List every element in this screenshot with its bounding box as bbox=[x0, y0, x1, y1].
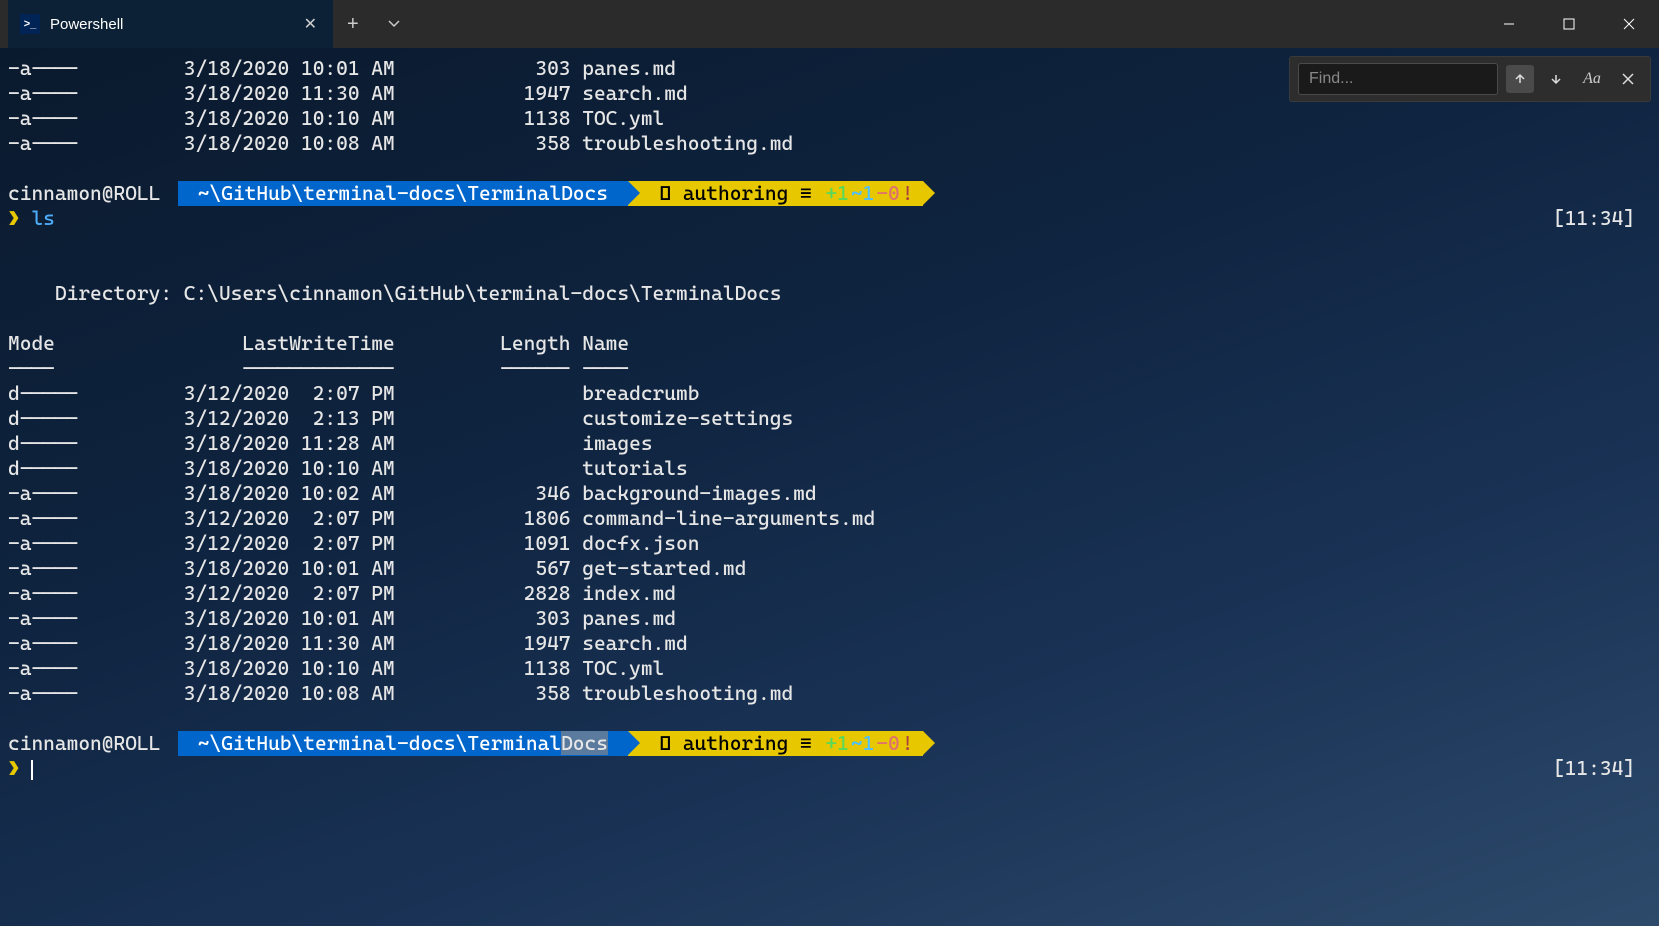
close-icon bbox=[1621, 72, 1635, 86]
find-input[interactable] bbox=[1298, 63, 1498, 95]
new-tab-button[interactable]: + bbox=[333, 0, 373, 48]
arrow-down-icon bbox=[1549, 72, 1563, 86]
close-tab-icon[interactable]: ✕ bbox=[300, 10, 321, 38]
maximize-icon bbox=[1563, 18, 1575, 30]
maximize-button[interactable] bbox=[1539, 0, 1599, 48]
tab-powershell[interactable]: >_ Powershell ✕ bbox=[8, 0, 333, 48]
find-next-button[interactable] bbox=[1542, 65, 1570, 93]
titlebar: >_ Powershell ✕ + bbox=[0, 0, 1659, 48]
chevron-down-icon bbox=[387, 17, 401, 31]
close-icon bbox=[1623, 18, 1635, 30]
match-case-button[interactable]: Aa bbox=[1578, 65, 1606, 93]
tab-dropdown-button[interactable] bbox=[373, 0, 415, 48]
close-window-button[interactable] bbox=[1599, 0, 1659, 48]
find-prev-button[interactable] bbox=[1506, 65, 1534, 93]
powershell-icon: >_ bbox=[20, 14, 40, 34]
terminal-pane[interactable]: Aa -a---- 3/18/2020 10:01 AM 303 panes.m… bbox=[0, 48, 1659, 926]
match-case-icon: Aa bbox=[1583, 70, 1601, 88]
find-close-button[interactable] bbox=[1614, 65, 1642, 93]
minimize-button[interactable] bbox=[1479, 0, 1539, 48]
find-panel: Aa bbox=[1289, 56, 1651, 102]
minimize-icon bbox=[1503, 18, 1515, 30]
tab-title: Powershell bbox=[50, 16, 290, 33]
arrow-up-icon bbox=[1513, 72, 1527, 86]
window-controls bbox=[1479, 0, 1659, 48]
terminal-output: -a---- 3/18/2020 10:01 AM 303 panes.md -… bbox=[8, 56, 1651, 781]
